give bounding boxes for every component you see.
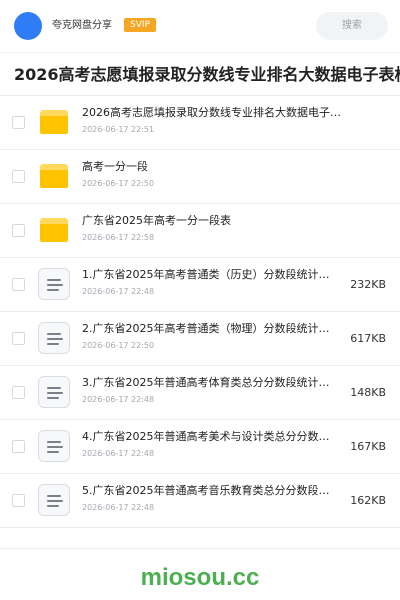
watermark: miosou.cc: [140, 564, 260, 591]
select-checkbox[interactable]: [12, 494, 25, 507]
select-checkbox[interactable]: [12, 170, 25, 183]
document-icon: [38, 322, 70, 354]
title-bar: 2026高考志愿填报录取分数线专业排名大数据电子表格合集: [0, 52, 400, 96]
file-row[interactable]: 3.广东省2025年普通高考体育类总分分数段统计表.xlsx 2026-06-17…: [0, 366, 400, 420]
file-date: 2026-06-17 22:50: [82, 179, 155, 188]
file-name[interactable]: 2026高考志愿填报录取分数线专业排名大数据电子表格合集: [82, 105, 350, 121]
file-row[interactable]: 广东省2025年高考一分一段表 2026-06-17 22:58: [0, 204, 400, 258]
file-size: 162KB: [350, 494, 386, 507]
svip-badge: SVIP: [124, 18, 156, 32]
file-row[interactable]: 高考一分一段 2026-06-17 22:50: [0, 150, 400, 204]
select-checkbox[interactable]: [12, 332, 25, 345]
file-date: 2026-06-17 22:48: [82, 449, 155, 458]
file-date: 2026-06-17 22:48: [82, 395, 155, 404]
file-date: 2026-06-17 22:50: [82, 341, 155, 350]
file-name[interactable]: 1.广东省2025年高考普通类（历史）分数段统计表.xlsx: [82, 267, 337, 283]
file-size: 232KB: [350, 278, 386, 291]
file-row[interactable]: 5.广东省2025年普通高考音乐教育类总分分数段统计表.xlsx 2026-06-…: [0, 474, 400, 528]
document-icon: [38, 268, 70, 300]
file-row[interactable]: 2.广东省2025年高考普通类（物理）分数段统计表.xlsx 2026-06-17…: [0, 312, 400, 366]
folder-icon: [38, 214, 70, 246]
file-name[interactable]: 广东省2025年高考一分一段表: [82, 213, 350, 229]
file-name[interactable]: 5.广东省2025年普通高考音乐教育类总分分数段统计表.xlsx: [82, 483, 337, 499]
select-checkbox[interactable]: [12, 278, 25, 291]
share-name: 夸克网盘分享: [52, 20, 112, 31]
avatar[interactable]: [14, 12, 42, 40]
header: 夸克网盘分享 SVIP 搜索: [0, 0, 400, 52]
file-row[interactable]: 2026高考志愿填报录取分数线专业排名大数据电子表格合集 2026-06-17 2…: [0, 96, 400, 150]
file-size: 617KB: [350, 332, 386, 345]
file-size: 167KB: [350, 440, 386, 453]
file-date: 2026-06-17 22:48: [82, 287, 155, 296]
document-icon: [38, 376, 70, 408]
file-date: 2026-06-17 22:51: [82, 125, 155, 134]
file-name[interactable]: 2.广东省2025年高考普通类（物理）分数段统计表.xlsx: [82, 321, 337, 337]
select-checkbox[interactable]: [12, 116, 25, 129]
file-date: 2026-06-17 22:58: [82, 233, 155, 242]
file-row[interactable]: 4.广东省2025年普通高考美术与设计类总分分数段统计表.xlsx 2026-06…: [0, 420, 400, 474]
folder-icon: [38, 106, 70, 138]
file-size: 148KB: [350, 386, 386, 399]
folder-icon: [38, 160, 70, 192]
search-button[interactable]: 搜索: [316, 12, 388, 40]
footer-divider: [0, 548, 400, 549]
document-icon: [38, 484, 70, 516]
file-name[interactable]: 4.广东省2025年普通高考美术与设计类总分分数段统计表.xlsx: [82, 429, 337, 445]
file-name[interactable]: 高考一分一段: [82, 159, 350, 175]
file-name[interactable]: 3.广东省2025年普通高考体育类总分分数段统计表.xlsx: [82, 375, 337, 391]
document-icon: [38, 430, 70, 462]
file-row[interactable]: 1.广东省2025年高考普通类（历史）分数段统计表.xlsx 2026-06-17…: [0, 258, 400, 312]
select-checkbox[interactable]: [12, 386, 25, 399]
select-checkbox[interactable]: [12, 224, 25, 237]
file-date: 2026-06-17 22:48: [82, 503, 155, 512]
page-title: 2026高考志愿填报录取分数线专业排名大数据电子表格合集: [14, 65, 400, 84]
file-list: 2026高考志愿填报录取分数线专业排名大数据电子表格合集 2026-06-17 2…: [0, 96, 400, 528]
select-checkbox[interactable]: [12, 440, 25, 453]
